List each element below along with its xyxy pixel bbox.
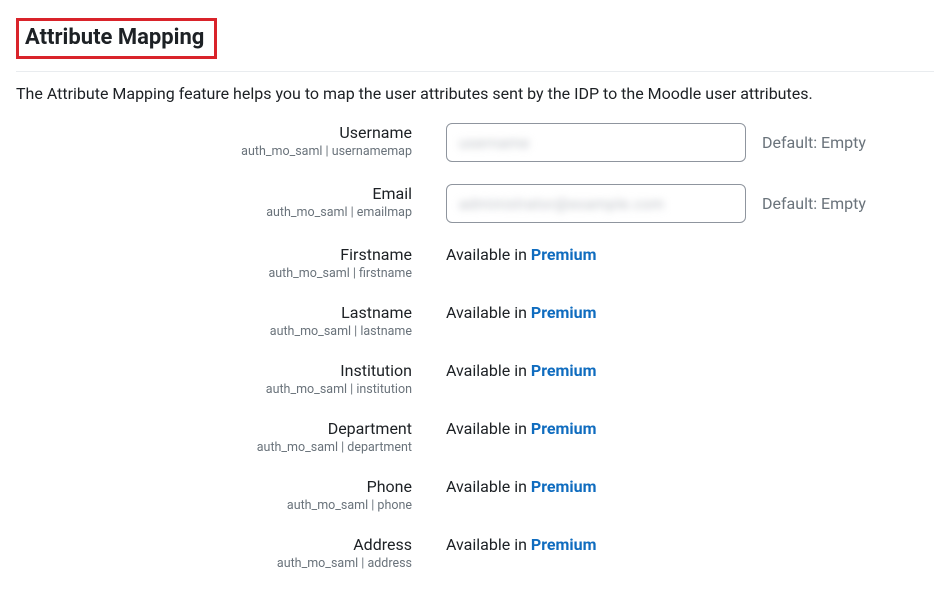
field-label-firstname: Firstname bbox=[16, 245, 412, 264]
value-col: Available in Premium bbox=[446, 245, 934, 264]
field-label-lastname: Lastname bbox=[16, 303, 412, 322]
label-col: Department auth_mo_saml | department bbox=[16, 419, 446, 455]
value-col: Available in Premium bbox=[446, 361, 934, 380]
field-label-institution: Institution bbox=[16, 361, 412, 380]
premium-link[interactable]: Premium bbox=[531, 477, 597, 496]
premium-link[interactable]: Premium bbox=[531, 303, 597, 322]
section-title: Attribute Mapping bbox=[25, 25, 204, 50]
value-col: Available in Premium bbox=[446, 419, 934, 438]
value-col: username Default: Empty bbox=[446, 123, 934, 162]
field-row-email: Email auth_mo_saml | emailmap administra… bbox=[16, 184, 934, 223]
value-col: Available in Premium bbox=[446, 535, 934, 554]
value-col: Available in Premium bbox=[446, 303, 934, 322]
premium-link[interactable]: Premium bbox=[531, 361, 597, 380]
premium-text: Available in Premium bbox=[446, 419, 596, 438]
value-col: Available in Premium bbox=[446, 477, 934, 496]
field-row-username: Username auth_mo_saml | usernamemap user… bbox=[16, 123, 934, 162]
field-sublabel-username: auth_mo_saml | usernamemap bbox=[16, 144, 412, 159]
available-in-text: Available in bbox=[446, 419, 531, 438]
label-col: Lastname auth_mo_saml | lastname bbox=[16, 303, 446, 339]
section-intro: The Attribute Mapping feature helps you … bbox=[16, 84, 934, 103]
label-col: Email auth_mo_saml | emailmap bbox=[16, 184, 446, 220]
field-sublabel-institution: auth_mo_saml | institution bbox=[16, 382, 412, 397]
field-row-address: Address auth_mo_saml | address Available… bbox=[16, 535, 934, 571]
premium-text: Available in Premium bbox=[446, 535, 596, 554]
field-label-phone: Phone bbox=[16, 477, 412, 496]
premium-link[interactable]: Premium bbox=[531, 535, 597, 554]
premium-text: Available in Premium bbox=[446, 477, 596, 496]
value-col: administrator@example.com Default: Empty bbox=[446, 184, 934, 223]
field-sublabel-lastname: auth_mo_saml | lastname bbox=[16, 324, 412, 339]
field-label-email: Email bbox=[16, 184, 412, 203]
blurred-value: administrator@example.com bbox=[459, 195, 665, 213]
premium-link[interactable]: Premium bbox=[531, 419, 597, 438]
section-title-highlight: Attribute Mapping bbox=[16, 18, 217, 59]
field-sublabel-email: auth_mo_saml | emailmap bbox=[16, 205, 412, 220]
default-hint-username: Default: Empty bbox=[762, 133, 866, 152]
premium-text: Available in Premium bbox=[446, 361, 596, 380]
field-sublabel-firstname: auth_mo_saml | firstname bbox=[16, 266, 412, 281]
field-sublabel-department: auth_mo_saml | department bbox=[16, 440, 412, 455]
available-in-text: Available in bbox=[446, 245, 531, 264]
available-in-text: Available in bbox=[446, 477, 531, 496]
field-row-lastname: Lastname auth_mo_saml | lastname Availab… bbox=[16, 303, 934, 339]
label-col: Username auth_mo_saml | usernamemap bbox=[16, 123, 446, 159]
field-row-phone: Phone auth_mo_saml | phone Available in … bbox=[16, 477, 934, 513]
field-row-institution: Institution auth_mo_saml | institution A… bbox=[16, 361, 934, 397]
label-col: Phone auth_mo_saml | phone bbox=[16, 477, 446, 513]
email-input[interactable]: administrator@example.com bbox=[446, 184, 746, 223]
field-label-address: Address bbox=[16, 535, 412, 554]
available-in-text: Available in bbox=[446, 303, 531, 322]
available-in-text: Available in bbox=[446, 361, 531, 380]
premium-text: Available in Premium bbox=[446, 303, 596, 322]
label-col: Institution auth_mo_saml | institution bbox=[16, 361, 446, 397]
field-label-username: Username bbox=[16, 123, 412, 142]
blurred-value: username bbox=[459, 134, 530, 152]
premium-text: Available in Premium bbox=[446, 245, 596, 264]
field-label-department: Department bbox=[16, 419, 412, 438]
field-row-firstname: Firstname auth_mo_saml | firstname Avail… bbox=[16, 245, 934, 281]
username-input[interactable]: username bbox=[446, 123, 746, 162]
label-col: Address auth_mo_saml | address bbox=[16, 535, 446, 571]
label-col: Firstname auth_mo_saml | firstname bbox=[16, 245, 446, 281]
section-divider bbox=[16, 71, 934, 72]
premium-link[interactable]: Premium bbox=[531, 245, 597, 264]
field-sublabel-phone: auth_mo_saml | phone bbox=[16, 498, 412, 513]
available-in-text: Available in bbox=[446, 535, 531, 554]
field-row-department: Department auth_mo_saml | department Ava… bbox=[16, 419, 934, 455]
default-hint-email: Default: Empty bbox=[762, 194, 866, 213]
